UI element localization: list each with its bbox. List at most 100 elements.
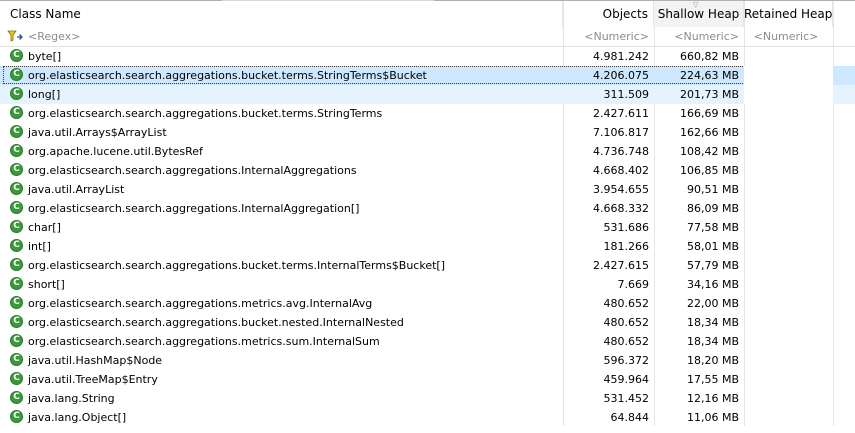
table-row[interactable]: Corg.elasticsearch.search.aggregations.I…	[0, 161, 855, 180]
table-row[interactable]: Cjava.lang.String 531.452 12,16 MB	[0, 389, 855, 408]
objects-cell: 311.509	[603, 88, 650, 101]
retained-heap-cell	[744, 218, 833, 237]
objects-cell: 480.652	[603, 335, 650, 348]
retained-heap-cell	[744, 408, 833, 427]
class-name-cell: char[]	[28, 221, 61, 234]
class-name-filter-input[interactable]: <Regex>	[0, 27, 563, 46]
objects-cell: 4.668.332	[593, 202, 649, 215]
retained-heap-cell	[744, 389, 833, 408]
retained-heap-cell	[744, 351, 833, 370]
class-name-cell: java.util.TreeMap$Entry	[28, 373, 158, 386]
retained-heap-cell	[744, 66, 833, 85]
table-row[interactable]: Corg.elasticsearch.search.aggregations.m…	[0, 294, 855, 313]
table-row[interactable]: Cjava.util.TreeMap$Entry 459.964 17,55 MB	[0, 370, 855, 389]
shallow-heap-cell: 11,06 MB	[686, 411, 739, 424]
table-row[interactable]: Cjava.util.ArrayList 3.954.655 90,51 MB	[0, 180, 855, 199]
class-name-cell: long[]	[28, 88, 61, 101]
retained-heap-cell	[744, 180, 833, 199]
shallow-heap-cell: 22,00 MB	[686, 297, 739, 310]
objects-cell: 181.266	[603, 240, 650, 253]
table-row[interactable]: Corg.apache.lucene.util.BytesRef 4.736.74…	[0, 142, 855, 161]
table-row[interactable]: Cjava.lang.Object[] 64.844 11,06 MB	[0, 408, 855, 427]
table-row[interactable]: Cshort[] 7.669 34,16 MB	[0, 275, 855, 294]
retained-heap-cell	[744, 142, 833, 161]
shallow-heap-cell: 18,20 MB	[686, 354, 739, 367]
shallow-heap-cell: 108,42 MB	[679, 145, 739, 158]
table-row[interactable]: Clong[] 311.509 201,73 MB	[0, 85, 855, 104]
shallow-heap-cell: 34,16 MB	[686, 278, 739, 291]
objects-cell: 7.106.817	[593, 126, 649, 139]
objects-filter-input[interactable]: <Numeric>	[563, 27, 654, 46]
retained-heap-cell	[744, 199, 833, 218]
retained-heap-cell	[744, 85, 833, 104]
class-name-cell: org.elasticsearch.search.aggregations.bu…	[28, 259, 446, 272]
class-name-cell: java.util.HashMap$Node	[28, 354, 163, 367]
objects-cell: 2.427.615	[593, 259, 649, 272]
shallow-heap-cell: 86,09 MB	[686, 202, 739, 215]
shallow-heap-cell: 106,85 MB	[679, 164, 739, 177]
retained-heap-cell	[744, 161, 833, 180]
column-header-class-name[interactable]: Class Name	[0, 1, 563, 27]
table-row[interactable]: Cjava.util.Arrays$ArrayList 7.106.817 162,…	[0, 123, 855, 142]
retained-heap-cell	[744, 47, 833, 66]
class-name-cell: java.util.Arrays$ArrayList	[28, 126, 167, 139]
shallow-heap-cell: 18,34 MB	[686, 335, 739, 348]
class-name-cell: byte[]	[28, 50, 62, 63]
shallow-heap-cell: 660,82 MB	[679, 50, 739, 63]
retained-heap-cell	[744, 123, 833, 142]
retained-heap-filter-input[interactable]: <Numeric>	[744, 27, 833, 46]
sort-descending-icon: ▽	[693, 1, 699, 9]
retained-heap-cell	[744, 313, 833, 332]
shallow-heap-cell: 18,34 MB	[686, 316, 739, 329]
table-row[interactable]: Corg.elasticsearch.search.aggregations.m…	[0, 332, 855, 351]
class-histogram-table: Class Name Objects Shallow Heap Retained…	[0, 0, 855, 433]
table-row[interactable]: Cint[] 181.266 58,01 MB	[0, 237, 855, 256]
class-name-cell: org.elasticsearch.search.aggregations.In…	[28, 202, 360, 215]
column-header-retained-heap[interactable]: Retained Heap	[744, 1, 833, 27]
shallow-heap-cell: 90,51 MB	[686, 183, 739, 196]
table-row[interactable]: Corg.elasticsearch.search.aggregations.I…	[0, 199, 855, 218]
objects-cell: 531.452	[603, 392, 650, 405]
retained-heap-cell	[744, 275, 833, 294]
shallow-heap-filter-input[interactable]: <Numeric>	[654, 27, 744, 46]
table-row[interactable]: Corg.elasticsearch.search.aggregations.b…	[0, 66, 855, 85]
table-row[interactable]: Cchar[] 531.686 77,58 MB	[0, 218, 855, 237]
class-name-cell: java.util.ArrayList	[28, 183, 125, 196]
class-name-cell: org.elasticsearch.search.aggregations.me…	[28, 335, 380, 348]
retained-heap-cell	[744, 370, 833, 389]
shallow-heap-cell: 17,55 MB	[686, 373, 739, 386]
class-name-cell: org.elasticsearch.search.aggregations.bu…	[28, 107, 383, 120]
table-row[interactable]: Cjava.util.HashMap$Node 596.372 18,20 MB	[0, 351, 855, 370]
table-row[interactable]: Corg.elasticsearch.search.aggregations.b…	[0, 256, 855, 275]
table-header: Class Name Objects Shallow Heap Retained…	[0, 1, 855, 27]
shallow-heap-cell: 201,73 MB	[679, 88, 739, 101]
class-name-cell: org.elasticsearch.search.aggregations.bu…	[28, 316, 404, 329]
column-header-shallow-heap[interactable]: Shallow Heap	[654, 1, 744, 27]
retained-heap-cell	[744, 237, 833, 256]
clipped-row-edge	[0, 426, 855, 433]
objects-cell: 4.206.075	[593, 69, 649, 82]
shallow-heap-cell: 58,01 MB	[686, 240, 739, 253]
class-name-cell: org.elasticsearch.search.aggregations.In…	[28, 164, 357, 177]
objects-cell: 7.669	[617, 278, 650, 291]
objects-cell: 2.427.611	[593, 107, 649, 120]
objects-cell: 480.652	[603, 297, 650, 310]
shallow-heap-cell: 166,69 MB	[679, 107, 739, 120]
class-name-cell: int[]	[28, 240, 51, 253]
table-row[interactable]: Cbyte[] 4.981.242 660,82 MB	[0, 47, 855, 66]
class-name-cell: org.elasticsearch.search.aggregations.bu…	[28, 69, 427, 82]
objects-cell: 480.652	[603, 316, 650, 329]
table-row[interactable]: Corg.elasticsearch.search.aggregations.b…	[0, 313, 855, 332]
class-name-cell: short[]	[28, 278, 65, 291]
column-header-objects[interactable]: Objects	[563, 1, 654, 27]
objects-cell: 596.372	[603, 354, 650, 367]
filter-row: <Regex> <Numeric> <Numeric> <Numeric>	[0, 27, 855, 47]
table-row[interactable]: Corg.elasticsearch.search.aggregations.b…	[0, 104, 855, 123]
class-name-cell: java.lang.String	[28, 392, 115, 405]
objects-cell: 459.964	[603, 373, 650, 386]
objects-cell: 4.736.748	[593, 145, 649, 158]
retained-heap-cell	[744, 256, 833, 275]
retained-heap-cell	[744, 332, 833, 351]
class-name-cell: java.lang.Object[]	[28, 411, 127, 424]
objects-cell: 64.844	[610, 411, 650, 424]
